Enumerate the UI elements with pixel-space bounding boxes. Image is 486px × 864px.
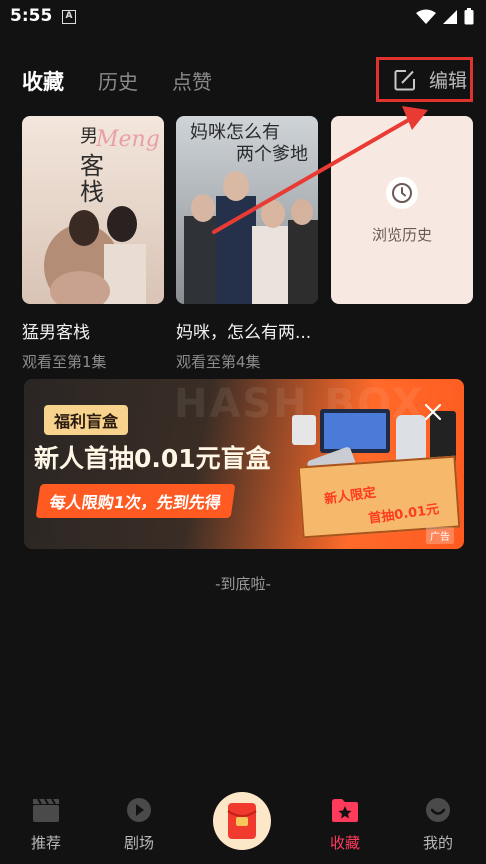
favorite-card-2[interactable]: 妈咪怎么有 两个爹地 妈咪，怎么有两... 观看至第4集 (176, 116, 318, 372)
status-icons (416, 8, 474, 25)
edit-label: 编辑 (429, 70, 468, 92)
end-of-list-text: -到底啦- (215, 575, 271, 593)
card-progress: 观看至第4集 (176, 353, 261, 371)
promo-banner[interactable]: HASH BOX 福利盲盒 新人首抽0.01元盲盒 每人限购1次，先到先得 新人… (24, 379, 464, 549)
banner-headline: 新人首抽0.01元盲盒 (34, 444, 271, 473)
wifi-icon (416, 9, 436, 24)
status-time: 5:55 (10, 6, 53, 26)
banner-pill: 每人限购1次，先到先得 (35, 484, 236, 518)
tab-history[interactable]: 历史 (98, 66, 138, 95)
nav-label: 收藏 (329, 834, 360, 852)
clapperboard-icon (33, 798, 59, 822)
folder-star-icon (332, 799, 358, 822)
svg-text:客: 客 (80, 152, 104, 180)
close-icon[interactable] (424, 403, 442, 421)
nav-profile[interactable]: 我的 (408, 796, 468, 853)
svg-text:两个爹地: 两个爹地 (236, 144, 308, 165)
nav-label: 我的 (422, 834, 453, 852)
svg-text:妈咪怎么有: 妈咪怎么有 (190, 122, 280, 143)
ad-badge: 广告 (426, 527, 454, 544)
card-progress: 观看至第1集 (22, 353, 107, 371)
edit-button[interactable]: 编辑 (376, 57, 473, 102)
battery-icon (464, 8, 474, 25)
nav-favorites[interactable]: 收藏 (315, 796, 375, 853)
red-packet-button[interactable] (213, 792, 271, 850)
tab-favorites[interactable]: 收藏 (22, 66, 64, 96)
nav-label: 剧场 (123, 834, 154, 852)
edit-icon (394, 69, 415, 90)
bottom-nav: 推荐 剧场 收藏 我的 (0, 784, 486, 864)
nav-recommend[interactable]: 推荐 (16, 796, 76, 853)
browse-history-card[interactable]: 浏览历史 (331, 116, 473, 304)
nav-theater[interactable]: 剧场 (109, 796, 169, 853)
history-label: 浏览历史 (371, 225, 432, 244)
svg-text:Meng: Meng (95, 127, 160, 152)
banner-tag: 福利盲盒 (44, 405, 129, 435)
clock-icon (386, 176, 418, 209)
nav-label: 推荐 (30, 834, 61, 852)
poster-image[interactable]: Meng 男 客 栈 (22, 116, 164, 304)
svg-text:男: 男 (80, 126, 98, 147)
card-title[interactable]: 妈咪，怎么有两... (176, 318, 318, 343)
favorite-card-1[interactable]: Meng 男 客 栈 猛男客栈 观看至第1集 (22, 116, 164, 372)
svg-text:栈: 栈 (80, 178, 104, 206)
notification-icon: A (62, 10, 76, 24)
smile-icon (426, 798, 450, 822)
status-bar: 5:55 A (0, 0, 486, 34)
poster-image[interactable]: 妈咪怎么有 两个爹地 (176, 116, 318, 304)
red-envelope-icon (227, 803, 257, 839)
tab-bar: 收藏 历史 点赞 (22, 66, 212, 96)
play-circle-icon (127, 798, 151, 822)
tab-likes[interactable]: 点赞 (172, 66, 212, 95)
gift-box-illustration (297, 455, 461, 539)
signal-icon (443, 9, 457, 24)
card-title[interactable]: 猛男客栈 (22, 318, 164, 343)
